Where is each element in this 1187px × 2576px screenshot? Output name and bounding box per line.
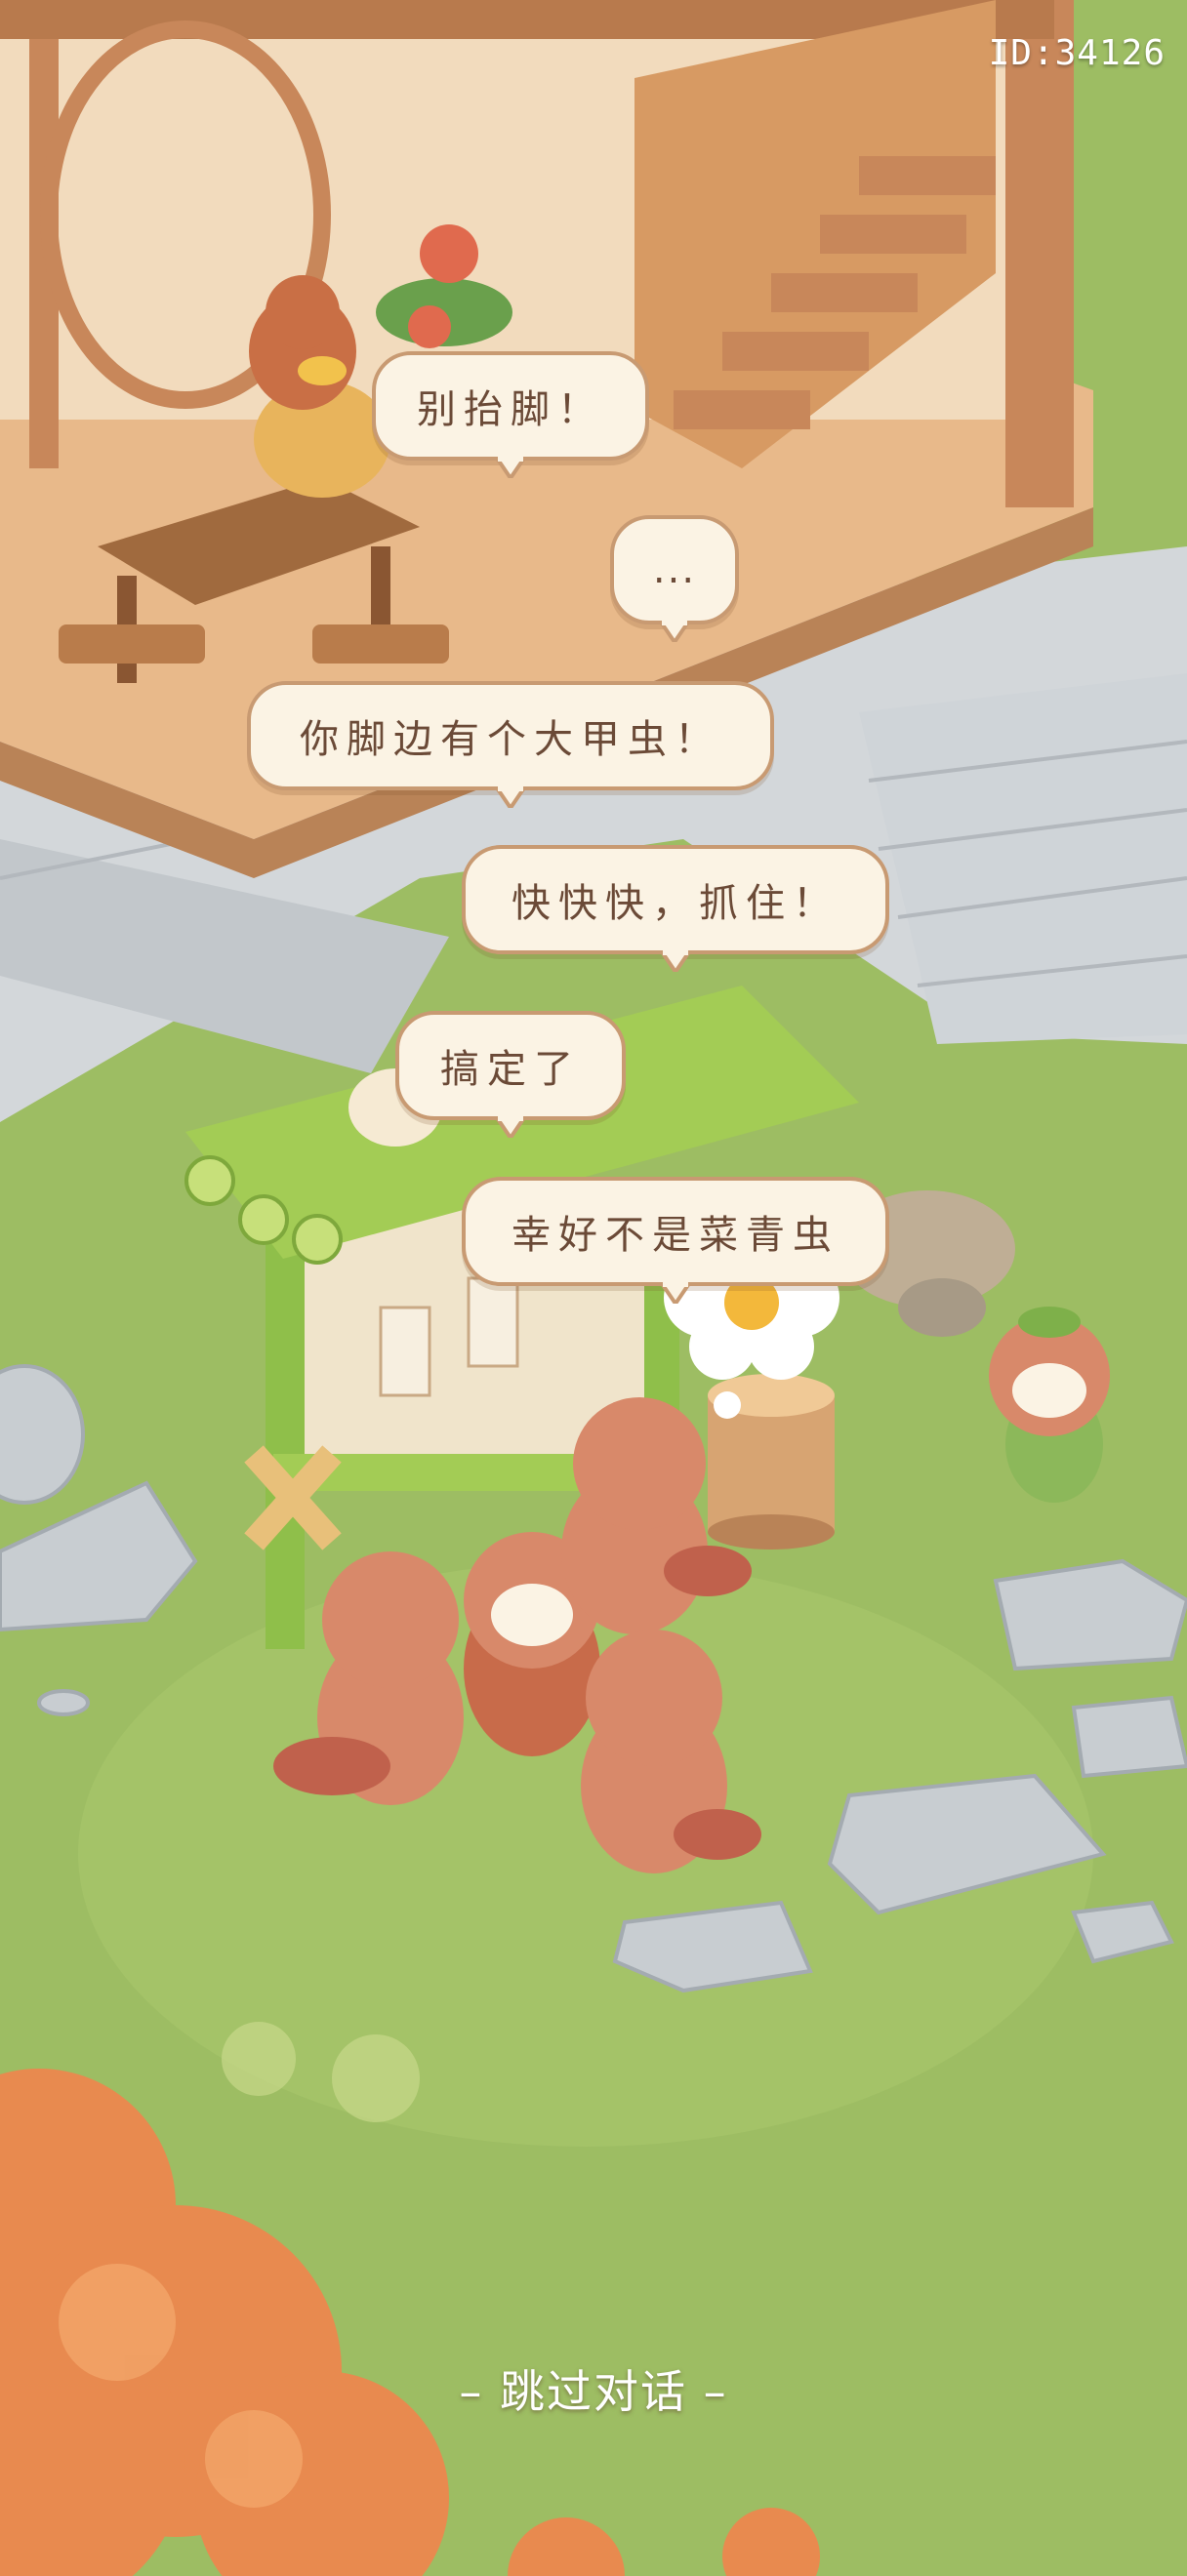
bubble-tail <box>496 1116 525 1138</box>
player-id-label: ID:34126 <box>988 33 1166 73</box>
bubble-tail <box>661 950 690 972</box>
light-spot <box>222 2022 296 2096</box>
dialogue-text: 幸好不是菜青虫 <box>512 1213 839 1258</box>
dialogue-text: 别抬脚！ <box>417 387 604 432</box>
skip-dialogue-button[interactable]: – 跳过对话 – <box>0 2356 1187 2421</box>
light-spot <box>332 2034 420 2122</box>
bubble-tail <box>496 457 525 478</box>
dialogue-bubble-4: 快快快，抓住！ <box>462 845 889 972</box>
dialogue-bubble-3: 你脚边有个大甲虫！ <box>247 681 774 808</box>
dialogue-text: 搞定了 <box>440 1047 581 1092</box>
dialogue-bubble-2: ... <box>610 515 739 642</box>
bubble-tail <box>660 621 689 642</box>
bubble-tail <box>661 1282 690 1304</box>
dialogue-bubble-1: 别抬脚！ <box>372 351 649 478</box>
dialogue-bubble-5: 搞定了 <box>395 1011 626 1138</box>
dialogue-bubble-6: 幸好不是菜青虫 <box>462 1177 889 1304</box>
dialogue-text: ... <box>652 547 697 592</box>
dialogue-text: 你脚边有个大甲虫！ <box>300 717 721 762</box>
dialogue-text: 快快快，抓住！ <box>512 881 839 926</box>
bubble-tail <box>496 786 525 808</box>
house-pillar <box>1005 0 1074 507</box>
